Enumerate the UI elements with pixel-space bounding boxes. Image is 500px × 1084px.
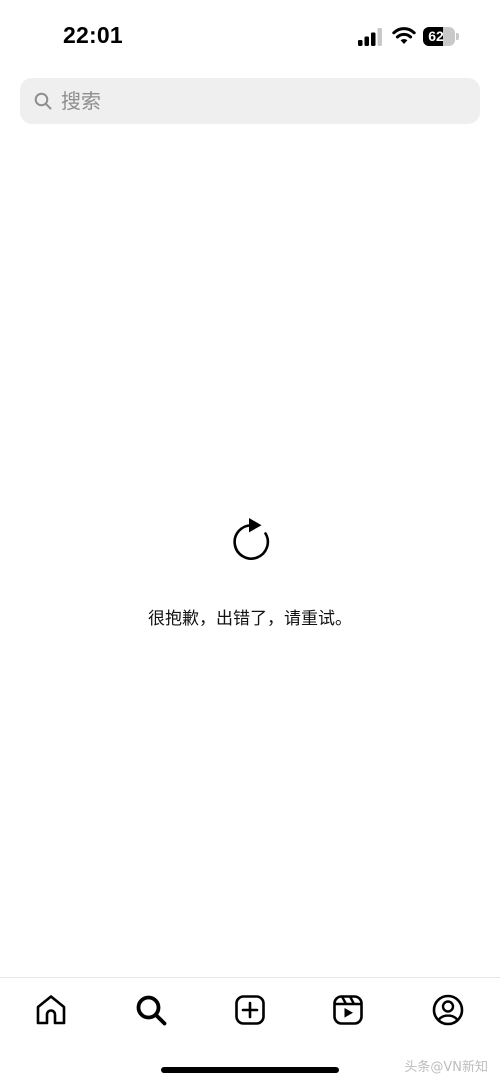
profile-icon	[432, 994, 464, 1026]
signal-icon	[358, 28, 382, 46]
watermark: 头条@VN新知	[404, 1060, 488, 1075]
home-indicator[interactable]	[161, 1067, 339, 1073]
battery-body: 62	[423, 27, 455, 46]
search-bar[interactable]	[20, 78, 480, 124]
nav-profile-button[interactable]	[428, 990, 468, 1030]
home-icon	[36, 995, 66, 1025]
battery-level: 62	[428, 28, 444, 44]
refresh-icon	[233, 518, 270, 560]
nav-create-button[interactable]	[230, 990, 270, 1030]
nav-reels-button[interactable]	[328, 990, 368, 1030]
plus-square-icon	[235, 995, 265, 1025]
retry-button[interactable]	[224, 512, 278, 566]
search-icon	[136, 995, 167, 1026]
search-input[interactable]	[61, 81, 461, 121]
wifi-icon	[392, 27, 416, 44]
error-message: 很抱歉，出错了，请重试。	[148, 609, 352, 629]
app-screen: 22:01 62 搜索 很抱歉，出错了，请重试。 头条@VN新知	[0, 0, 500, 1084]
status-bar: 22:01 62	[0, 0, 500, 72]
bottom-nav	[0, 978, 500, 1042]
reels-icon	[333, 995, 363, 1025]
battery-cap	[456, 33, 459, 40]
battery-icon: 62	[423, 27, 459, 47]
search-icon	[34, 92, 52, 110]
nav-home-button[interactable]	[31, 990, 71, 1030]
nav-search-button[interactable]	[131, 990, 171, 1030]
status-time: 22:01	[63, 22, 123, 48]
